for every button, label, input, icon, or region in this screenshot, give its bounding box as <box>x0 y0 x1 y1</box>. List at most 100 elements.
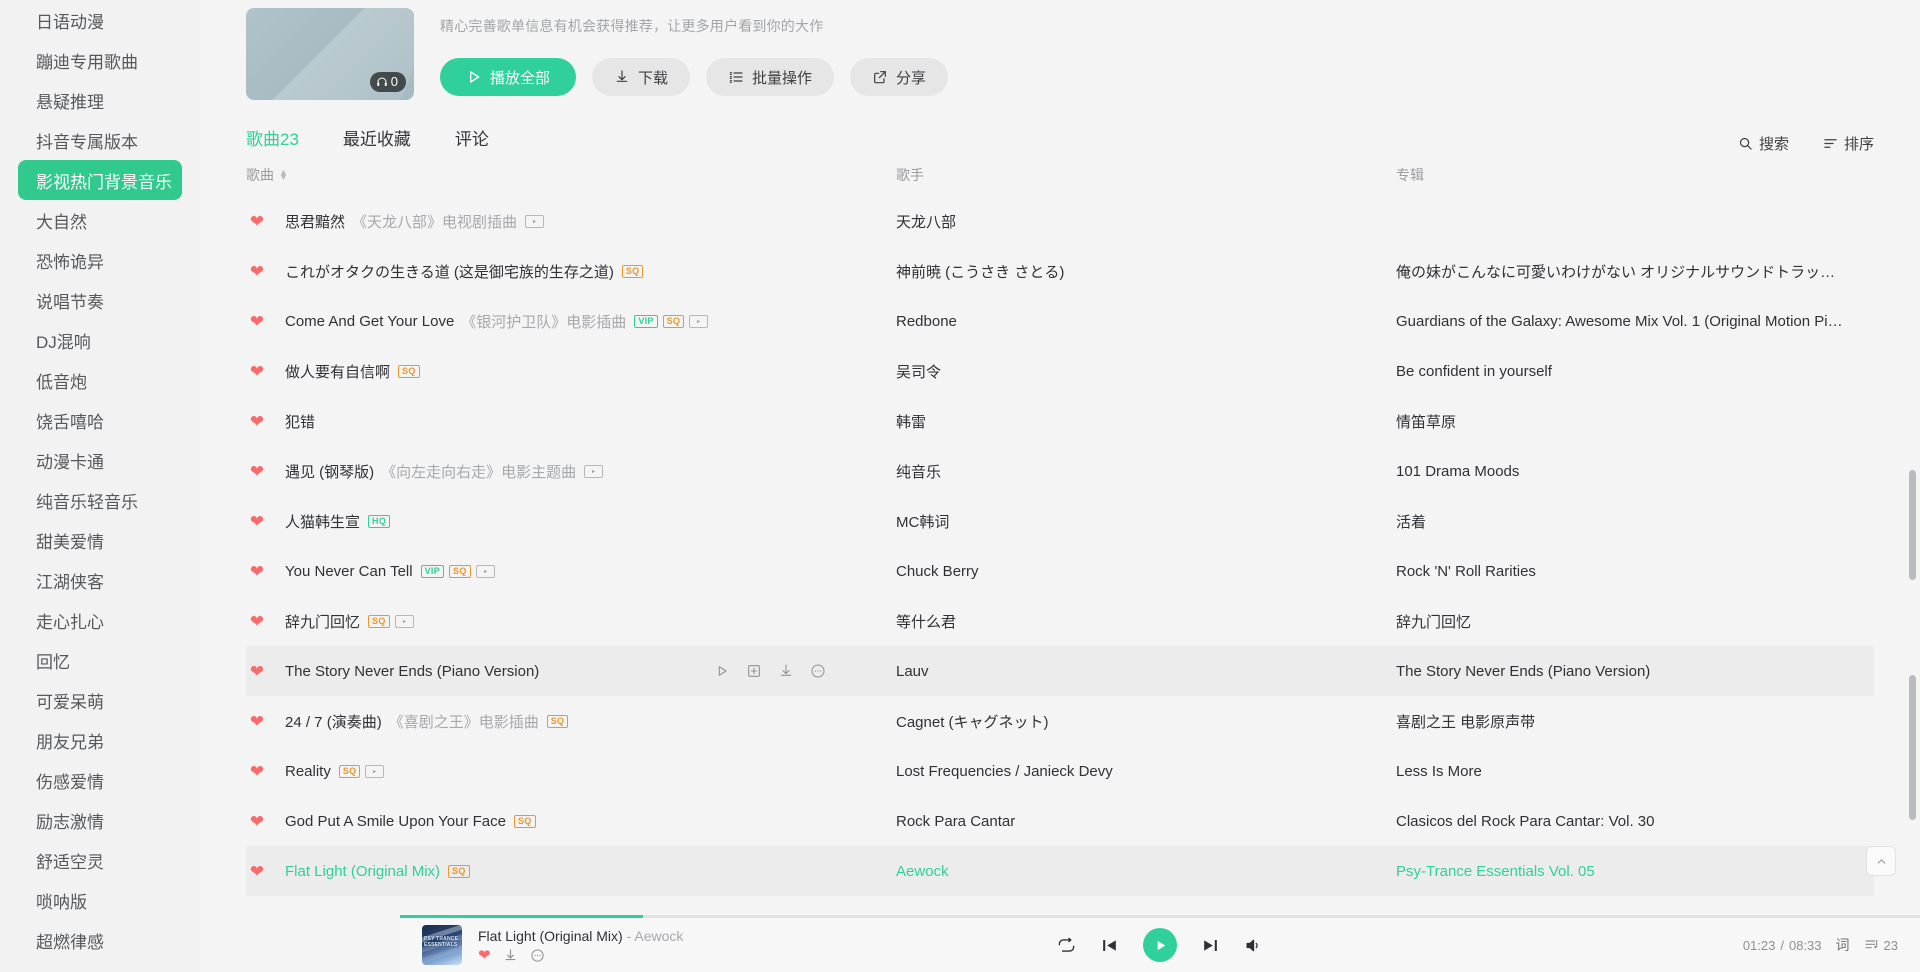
row-artist-cell[interactable]: Cagnet (キャグネット) <box>896 711 1396 732</box>
row-album-cell[interactable]: 情笛草原 <box>1396 411 1874 432</box>
playlist-cover[interactable]: 0 <box>246 8 414 100</box>
row-album-cell[interactable]: Guardians of the Galaxy: Awesome Mix Vol… <box>1396 313 1874 330</box>
sidebar-item-5[interactable]: 大自然 <box>18 200 182 240</box>
song-title[interactable]: これがオタクの生きる道 (这是御宅族的生存之道) <box>285 261 614 282</box>
row-artist-cell[interactable]: Redbone <box>896 313 1396 330</box>
row-album-cell[interactable]: Be confident in yourself <box>1396 363 1874 380</box>
table-row[interactable]: ❤ 做人要有自信啊 SQ 吴司令 Be confident in yourself <box>246 346 1874 396</box>
tab-2[interactable]: 评论 <box>455 125 489 154</box>
page-scrollbar-thumb-lower[interactable] <box>1909 675 1916 820</box>
favorite-heart-icon[interactable]: ❤ <box>246 613 268 630</box>
song-title[interactable]: Reality <box>285 763 331 780</box>
song-title[interactable]: The Story Never Ends (Piano Version) <box>285 663 539 680</box>
song-title[interactable]: 遇见 (钢琴版) <box>285 461 374 482</box>
song-title[interactable]: 24 / 7 (演奏曲) <box>285 711 382 732</box>
play-all-button[interactable]: 播放全部 <box>440 58 577 96</box>
table-row[interactable]: ❤ Reality SQ Lost Frequencies / Janieck Dev… <box>246 746 1874 796</box>
favorite-heart-icon[interactable]: ❤ <box>478 948 491 963</box>
sidebar-item-4[interactable]: 影视热门背景音乐 <box>18 160 182 200</box>
tab-0[interactable]: 歌曲23 <box>246 125 299 154</box>
now-playing-title[interactable]: Flat Light (Original Mix) <box>478 928 623 944</box>
song-title[interactable]: 人猫韩生宣 <box>285 511 360 532</box>
table-row[interactable]: ❤ 思君黯然 《天龙八部》电视剧插曲 天龙八部 <box>246 196 1874 246</box>
sidebar-item-20[interactable]: 励志激情 <box>18 800 182 840</box>
sidebar-item-3[interactable]: 抖音专属版本 <box>18 120 182 160</box>
row-album-cell[interactable]: Psy-Trance Essentials Vol. 05 <box>1396 863 1874 880</box>
row-artist-cell[interactable]: Chuck Berry <box>896 563 1396 580</box>
song-title[interactable]: 犯错 <box>285 411 315 432</box>
sidebar-item-8[interactable]: DJ混响 <box>18 320 182 360</box>
sidebar-item-10[interactable]: 饶舌嘻哈 <box>18 400 182 440</box>
now-playing-album-art[interactable]: PSY TRANCE ESSENTIALS <box>422 925 462 965</box>
row-album-cell[interactable]: 活着 <box>1396 511 1874 532</box>
row-artist-cell[interactable]: 韩雷 <box>896 411 1396 432</box>
favorite-heart-icon[interactable]: ❤ <box>246 563 268 580</box>
sidebar-item-14[interactable]: 江湖侠客 <box>18 560 182 600</box>
table-row[interactable]: ❤ 人猫韩生宣 HQ MC韩词 活着 <box>246 496 1874 546</box>
sidebar-item-13[interactable]: 甜美爱情 <box>18 520 182 560</box>
now-playing-artist[interactable]: Aewock <box>634 928 683 944</box>
sidebar-item-6[interactable]: 恐怖诡异 <box>18 240 182 280</box>
favorite-heart-icon[interactable]: ❤ <box>246 513 268 530</box>
favorite-heart-icon[interactable]: ❤ <box>246 663 268 680</box>
row-album-cell[interactable]: The Story Never Ends (Piano Version) <box>1396 663 1874 680</box>
row-artist-cell[interactable]: 天龙八部 <box>896 211 1396 232</box>
sidebar-item-12[interactable]: 纯音乐轻音乐 <box>18 480 182 520</box>
search-button[interactable]: 搜索 <box>1738 133 1789 154</box>
sort-button[interactable]: 排序 <box>1823 133 1874 154</box>
row-album-cell[interactable]: Less Is More <box>1396 763 1874 780</box>
favorite-heart-icon[interactable]: ❤ <box>246 413 268 430</box>
song-title[interactable]: Come And Get Your Love <box>285 313 454 330</box>
column-header-song[interactable]: 歌曲 ▲ ▼ <box>246 165 896 185</box>
song-title[interactable]: God Put A Smile Upon Your Face <box>285 813 506 830</box>
favorite-heart-icon[interactable]: ❤ <box>246 363 268 380</box>
share-button[interactable]: 分享 <box>850 58 949 96</box>
row-artist-cell[interactable]: 神前暁 (こうさき さとる) <box>896 261 1396 282</box>
song-title[interactable]: You Never Can Tell <box>285 563 413 580</box>
favorite-heart-icon[interactable]: ❤ <box>246 313 268 330</box>
row-artist-cell[interactable]: MC韩词 <box>896 511 1396 532</box>
table-row[interactable]: ❤ You Never Can Tell VIP SQ Chuck Berry Rock … <box>246 546 1874 596</box>
row-album-cell[interactable]: Rock 'N' Roll Rarities <box>1396 563 1874 580</box>
sidebar-item-0[interactable]: 日语动漫 <box>18 0 182 40</box>
sidebar-item-7[interactable]: 说唱节奏 <box>18 280 182 320</box>
row-album-cell[interactable]: 喜剧之王 电影原声带 <box>1396 711 1874 732</box>
volume-icon[interactable] <box>1244 936 1263 955</box>
table-row[interactable]: ❤ 24 / 7 (演奏曲) 《喜剧之王》电影插曲 SQ Cagnet (キャグネット)… <box>246 696 1874 746</box>
favorite-heart-icon[interactable]: ❤ <box>246 263 268 280</box>
table-row[interactable]: ❤ The Story Never Ends (Piano Version) Lau… <box>246 646 1874 696</box>
sidebar-item-23[interactable]: 超燃律感 <box>18 920 182 960</box>
play-icon[interactable] <box>714 663 730 679</box>
sidebar-item-15[interactable]: 走心扎心 <box>18 600 182 640</box>
favorite-heart-icon[interactable]: ❤ <box>246 463 268 480</box>
table-row[interactable]: ❤ God Put A Smile Upon Your Face SQ Rock Pa… <box>246 796 1874 846</box>
repeat-icon[interactable] <box>1057 936 1076 955</box>
sidebar-item-16[interactable]: 回忆 <box>18 640 182 680</box>
song-title[interactable]: Flat Light (Original Mix) <box>285 863 440 880</box>
playlist-queue-button[interactable]: 23 <box>1864 937 1898 953</box>
back-to-top-button[interactable] <box>1866 846 1896 876</box>
row-album-cell[interactable]: 辞九门回忆 <box>1396 611 1874 632</box>
song-title[interactable]: 辞九门回忆 <box>285 611 360 632</box>
table-row[interactable]: ❤ これがオタクの生きる道 (这是御宅族的生存之道) SQ 神前暁 (こうさき さとる… <box>246 246 1874 296</box>
next-track-icon[interactable] <box>1201 936 1220 955</box>
sidebar-item-1[interactable]: 蹦迪专用歌曲 <box>18 40 182 80</box>
add-to-playlist-icon[interactable] <box>746 663 762 679</box>
favorite-heart-icon[interactable]: ❤ <box>246 713 268 730</box>
lyrics-button[interactable]: 词 <box>1836 935 1850 955</box>
row-artist-cell[interactable]: Aewock <box>896 863 1396 880</box>
favorite-heart-icon[interactable]: ❤ <box>246 813 268 830</box>
play-pause-button[interactable] <box>1143 928 1177 962</box>
row-artist-cell[interactable]: Lost Frequencies / Janieck Devy <box>896 763 1396 780</box>
sidebar-item-11[interactable]: 动漫卡通 <box>18 440 182 480</box>
sidebar-item-2[interactable]: 悬疑推理 <box>18 80 182 120</box>
row-artist-cell[interactable]: 吴司令 <box>896 361 1396 382</box>
sidebar-item-9[interactable]: 低音炮 <box>18 360 182 400</box>
tab-1[interactable]: 最近收藏 <box>343 125 411 154</box>
download-button[interactable]: 下载 <box>592 58 691 96</box>
player-progress-track[interactable] <box>400 915 1920 918</box>
favorite-heart-icon[interactable]: ❤ <box>246 213 268 230</box>
more-icon[interactable] <box>810 663 826 679</box>
table-row[interactable]: ❤ Come And Get Your Love 《银河护卫队》电影插曲 VIP SQ R… <box>246 296 1874 346</box>
row-album-cell[interactable]: Clasicos del Rock Para Cantar: Vol. 30 <box>1396 813 1874 830</box>
